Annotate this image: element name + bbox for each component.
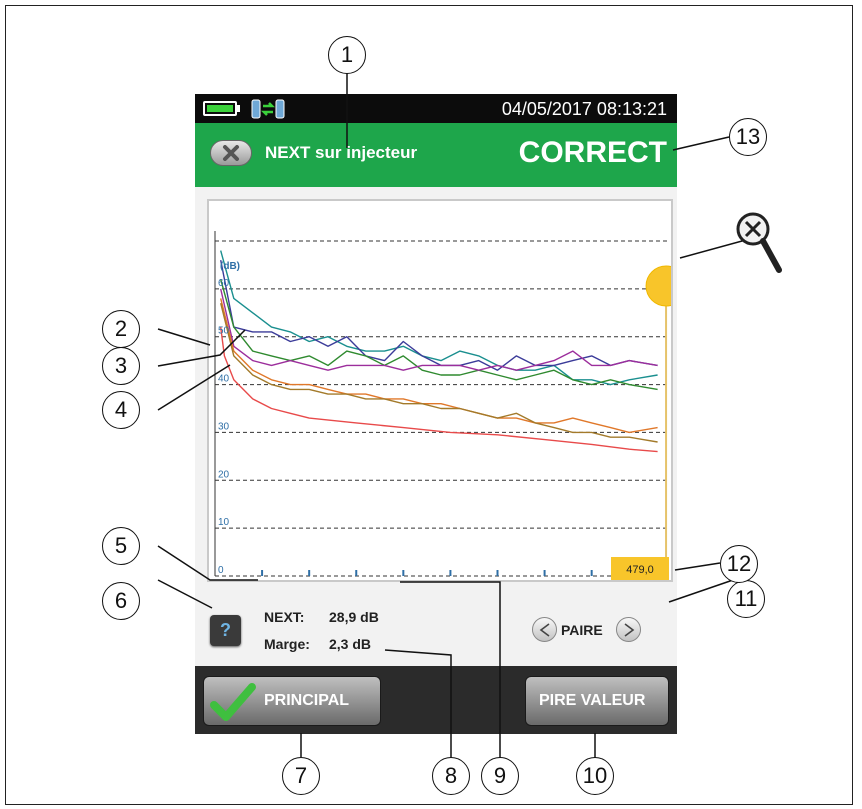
callout-13: 13 [729,118,767,156]
callout-5: 5 [102,527,140,565]
callout-8: 8 [432,757,470,795]
callout-2: 2 [102,310,140,348]
callout-11: 11 [727,580,765,618]
callout-3: 3 [102,347,140,385]
callout-10: 10 [576,757,614,795]
callout-6: 6 [102,582,140,620]
zoom-out-icon [736,212,782,273]
callout-1: 1 [328,36,366,74]
callout-9: 9 [481,757,519,795]
callout-4: 4 [102,391,140,429]
callout-7: 7 [282,757,320,795]
callout-12: 12 [720,545,758,583]
